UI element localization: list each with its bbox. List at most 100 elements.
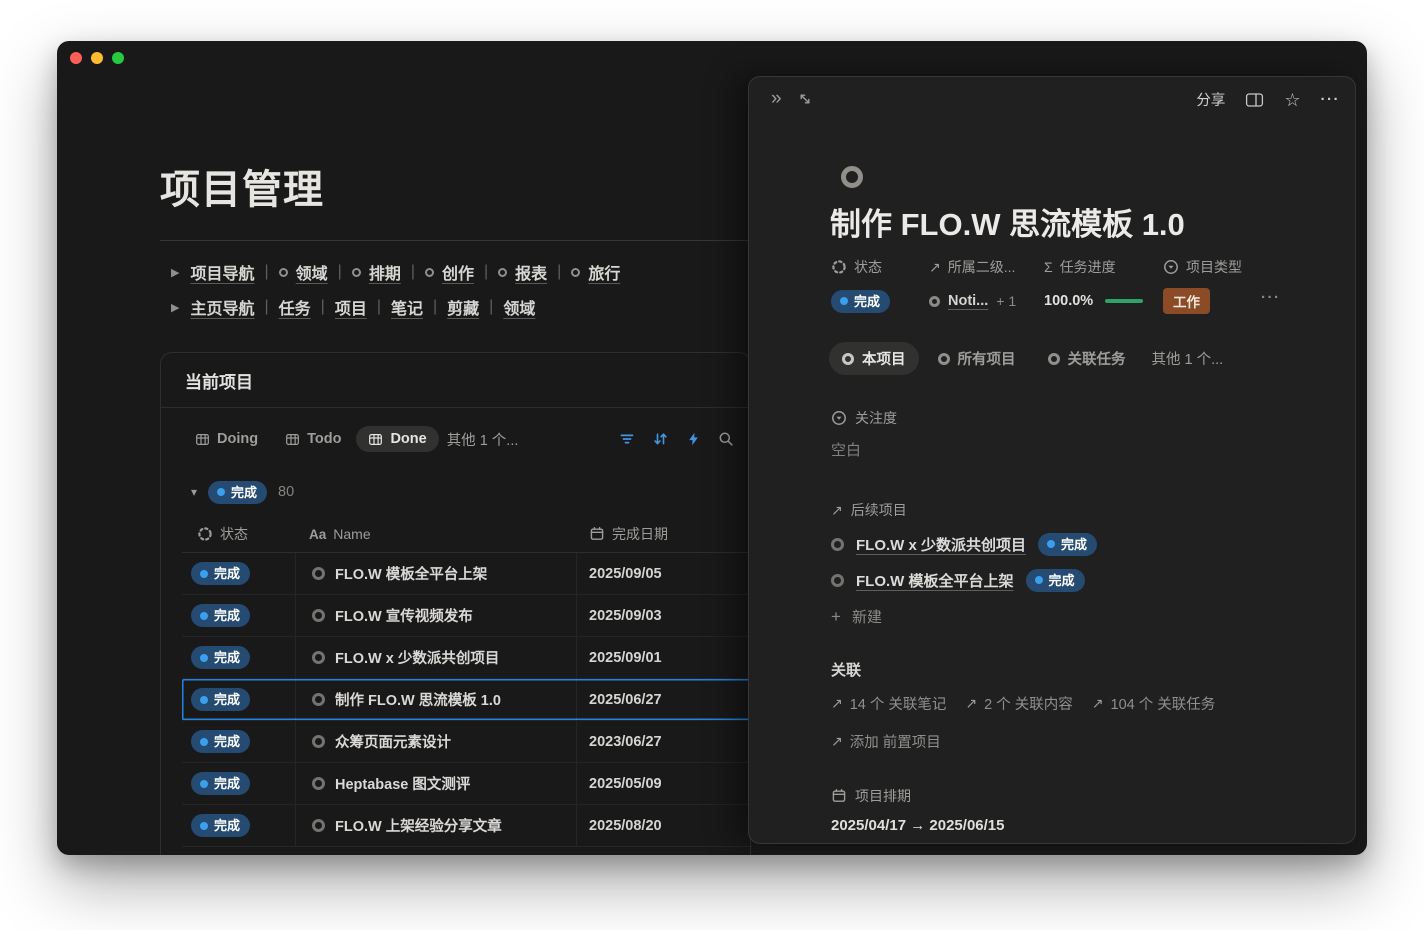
table-row[interactable]: 完成众筹页面元素设计2023/06/27 <box>182 721 752 763</box>
favorite-star-icon[interactable]: ☆ <box>1284 90 1300 110</box>
cell-date[interactable]: 2025/09/05 <box>576 553 752 594</box>
cell-name[interactable]: Heptabase 图文测评 <box>295 763 576 804</box>
nav-item[interactable]: 排期 <box>352 260 401 284</box>
view-tab-doing[interactable]: Doing <box>183 426 270 452</box>
table-row[interactable]: 完成制作 FLO.W 思流模板 1.02025/06/27 <box>182 679 752 721</box>
related-page-link[interactable]: Noti... <box>948 293 988 309</box>
close-peek-icon[interactable]: » <box>771 89 782 109</box>
nav-item[interactable]: 领域 <box>279 260 328 284</box>
panel-tab[interactable]: 所有项目 <box>925 342 1029 375</box>
nav-item[interactable]: 报表 <box>498 260 547 284</box>
cell-status[interactable]: 完成 <box>182 595 295 636</box>
schedule-date-range[interactable]: 2025/04/17 → 2025/06/15 <box>831 817 1004 834</box>
property-value-progress[interactable]: 100.0% <box>1044 288 1163 314</box>
table-row[interactable]: 完成FLO.W x 少数派共创项目2025/09/01 <box>182 637 752 679</box>
followup-item[interactable]: FLO.W x 少数派共创项目完成 <box>831 532 1097 556</box>
column-header-date[interactable]: 完成日期 <box>576 524 752 544</box>
add-predecessor-button[interactable]: ↗ 添加 前置项目 <box>831 731 1215 752</box>
more-views-button[interactable]: 其他 1 个... <box>439 429 519 450</box>
property-label-progress[interactable]: Σ任务进度 <box>1044 257 1163 277</box>
cell-date[interactable]: 2025/05/09 <box>576 763 752 804</box>
nav-item[interactable]: 任务 <box>279 295 311 319</box>
nav-link[interactable]: 创作 <box>442 260 474 284</box>
nav-link[interactable]: 排期 <box>369 260 401 284</box>
column-header-status[interactable]: 状态 <box>182 524 295 544</box>
cell-date[interactable]: 2025/09/01 <box>576 637 752 678</box>
property-label-relation[interactable]: ↗所属二级... <box>929 257 1044 277</box>
table-row[interactable]: 完成FLO.W 模板全平台上架2025/09/05 <box>182 553 752 595</box>
property-value-relation[interactable]: Noti...+ 1 <box>929 288 1044 314</box>
cell-name[interactable]: 众筹页面元素设计 <box>295 721 576 762</box>
attention-value[interactable]: 空白 <box>831 439 897 460</box>
nav-link[interactable]: 任务 <box>279 295 311 319</box>
followup-project-link[interactable]: FLO.W 模板全平台上架 <box>856 570 1014 591</box>
nav-item[interactable]: 笔记 <box>391 295 423 319</box>
cell-status[interactable]: 完成 <box>182 763 295 804</box>
property-value-tag[interactable]: 工作 <box>1163 288 1323 314</box>
table-row[interactable]: 完成Heptabase 图文测评2025/05/09 <box>182 763 752 805</box>
cell-name[interactable]: FLO.W 模板全平台上架 <box>295 553 576 594</box>
nav-link-toggle-label[interactable]: 主页导航 <box>190 295 254 319</box>
view-tab-todo[interactable]: Todo <box>273 426 353 452</box>
nav-link[interactable]: 领域 <box>503 295 535 319</box>
cell-name[interactable]: FLO.W x 少数派共创项目 <box>295 637 576 678</box>
cell-name[interactable]: FLO.W 上架经验分享文章 <box>295 805 576 846</box>
cell-date[interactable]: 2025/06/27 <box>576 679 752 720</box>
cell-name[interactable]: FLO.W 宣传视频发布 <box>295 595 576 636</box>
nav-link[interactable]: 报表 <box>515 260 547 284</box>
group-status-pill[interactable]: 完成 <box>208 481 267 504</box>
nav-link-toggle-label[interactable]: 项目导航 <box>190 260 254 284</box>
property-label-status[interactable]: 状态 <box>831 257 929 277</box>
cell-status[interactable]: 完成 <box>182 637 295 678</box>
more-properties-icon[interactable]: ··· <box>1261 289 1281 306</box>
nav-item[interactable]: 领域 <box>503 295 535 319</box>
panel-tab[interactable]: 本项目 <box>829 342 919 375</box>
cell-status[interactable]: 完成 <box>182 679 295 720</box>
cell-date[interactable]: 2023/06/27 <box>576 721 752 762</box>
column-header-name[interactable]: Aa Name <box>295 526 576 542</box>
followup-item[interactable]: FLO.W 模板全平台上架完成 <box>831 568 1097 592</box>
view-tab-done[interactable]: Done <box>356 426 438 452</box>
nav-item[interactable]: 创作 <box>425 260 474 284</box>
cell-status[interactable]: 完成 <box>182 721 295 762</box>
new-followup-button[interactable]: + 新建 <box>831 606 1097 627</box>
cell-status[interactable]: 完成 <box>182 553 295 594</box>
table-row[interactable]: 完成FLO.W 宣传视频发布2025/09/03 <box>182 595 752 637</box>
nav-item[interactable]: 旅行 <box>571 260 620 284</box>
expand-page-icon[interactable] <box>797 91 813 107</box>
nav-link[interactable]: 领域 <box>296 260 328 284</box>
relation-link[interactable]: ↗14 个 关联笔记 <box>831 693 946 714</box>
nav-link[interactable]: 剪藏 <box>447 295 479 319</box>
nav-item[interactable]: 剪藏 <box>447 295 479 319</box>
page-icon[interactable] <box>841 166 863 188</box>
sort-icon[interactable] <box>652 431 669 447</box>
followup-project-link[interactable]: FLO.W x 少数派共创项目 <box>856 534 1026 555</box>
toggle-right-icon[interactable]: ▶ <box>169 301 181 314</box>
filter-icon[interactable] <box>619 431 635 447</box>
cell-status[interactable]: 完成 <box>182 805 295 846</box>
zoom-window-button[interactable] <box>112 52 124 64</box>
relation-link[interactable]: ↗2 个 关联内容 <box>965 693 1072 714</box>
minimize-window-button[interactable] <box>91 52 103 64</box>
group-collapse-icon[interactable]: ▾ <box>191 485 197 499</box>
project-title[interactable]: 制作 FLO.W 思流模板 1.0 <box>830 199 1185 244</box>
attention-property[interactable]: 关注度 <box>831 408 897 428</box>
panel-tab[interactable]: 关联任务 <box>1035 342 1139 375</box>
more-tabs-button[interactable]: 其他 1 个... <box>1152 348 1224 369</box>
nav-link[interactable]: 笔记 <box>391 295 423 319</box>
share-button[interactable]: 分享 <box>1196 89 1225 110</box>
nav-link[interactable]: 旅行 <box>588 260 620 284</box>
close-window-button[interactable] <box>70 52 82 64</box>
property-label-tag[interactable]: 项目类型 <box>1163 257 1323 277</box>
schedule-property[interactable]: 项目排期 <box>831 786 1004 806</box>
followup-property[interactable]: ↗ 后续项目 <box>831 500 1097 520</box>
cell-name[interactable]: 制作 FLO.W 思流模板 1.0 <box>295 679 576 720</box>
property-value-status[interactable]: 完成 <box>831 288 929 314</box>
relation-link[interactable]: ↗104 个 关联任务 <box>1092 693 1215 714</box>
automation-lightning-icon[interactable] <box>686 431 701 447</box>
table-row[interactable]: 完成FLO.W 上架经验分享文章2025/08/20 <box>182 805 752 847</box>
nav-link[interactable]: 项目 <box>335 295 367 319</box>
toggle-right-icon[interactable]: ▶ <box>169 266 181 279</box>
nav-item[interactable]: 项目 <box>335 295 367 319</box>
cell-date[interactable]: 2025/08/20 <box>576 805 752 846</box>
